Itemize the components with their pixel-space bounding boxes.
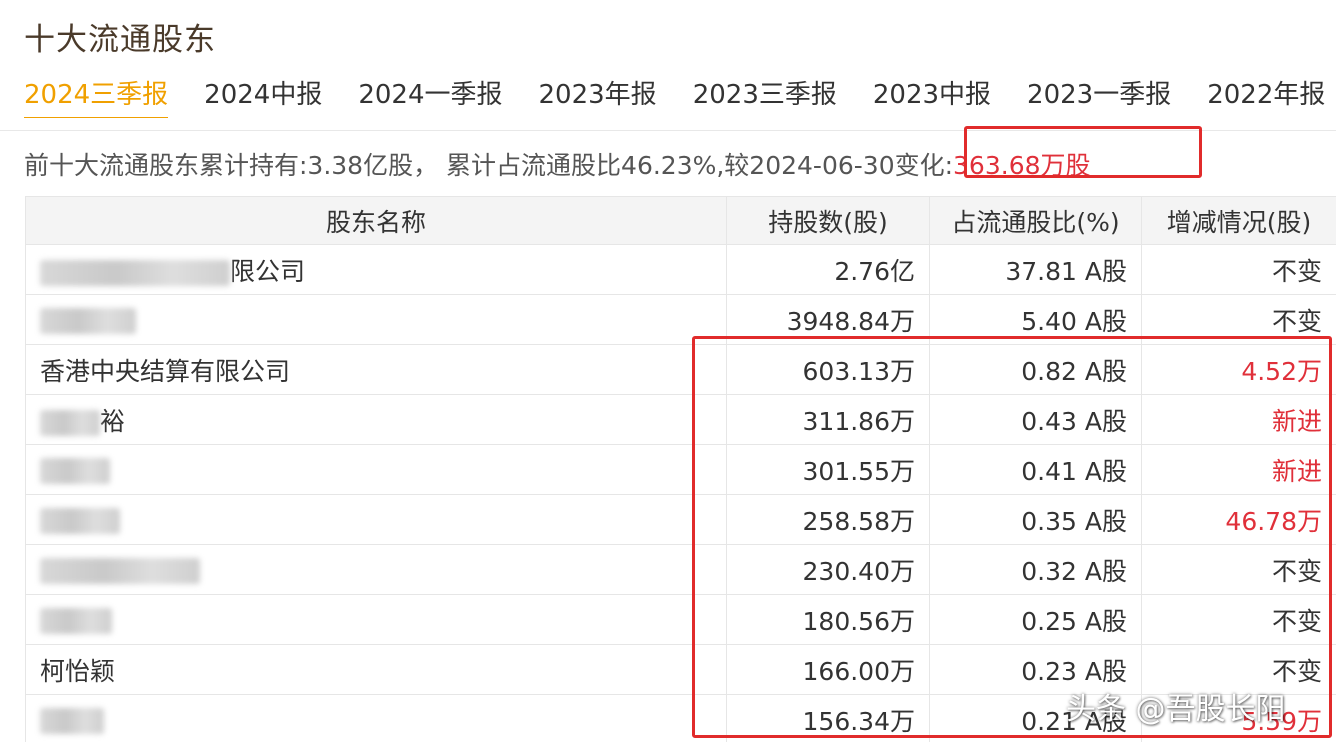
table-row: 301.55万 0.41 A股 新进 (25, 444, 1336, 495)
ratio-cell: 0.43 A股 (929, 394, 1142, 445)
report-period-tabs: 2024三季报 2024中报 2024一季报 2023年报 2023三季报 20… (24, 74, 1336, 118)
change-cell: 46.78万 (1141, 494, 1336, 545)
tab-2023-annual[interactable]: 2023年报 (539, 74, 657, 118)
redaction-blur (40, 608, 112, 634)
shares-cell: 3948.84万 (726, 294, 930, 345)
table-row: 香港中央结算有限公司 603.13万 0.82 A股 4.52万 (25, 344, 1336, 395)
holder-name-cell (25, 694, 727, 742)
holder-name-cell (25, 544, 727, 595)
table-row: 裕 311.86万 0.43 A股 新进 (25, 394, 1336, 445)
page-root: 十大流通股东 2024三季报 2024中报 2024一季报 2023年报 202… (0, 0, 1336, 742)
tab-2023-h1[interactable]: 2023中报 (873, 74, 991, 118)
summary-change-value: 363.68万股 (953, 151, 1091, 180)
change-cell: 不变 (1141, 244, 1336, 295)
shareholders-table: 股东名称 持股数(股) 占流通股比(%) 增减情况(股) 限公司 2.76亿 3… (25, 196, 1336, 742)
shares-cell: 230.40万 (726, 544, 930, 595)
ratio-cell: 5.40 A股 (929, 294, 1142, 345)
ratio-cell: 0.25 A股 (929, 594, 1142, 645)
table-row: 258.58万 0.35 A股 46.78万 (25, 494, 1336, 545)
ratio-cell: 37.81 A股 (929, 244, 1142, 295)
shares-cell: 603.13万 (726, 344, 930, 395)
header-change: 增减情况(股) (1141, 196, 1336, 245)
change-cell: 不变 (1141, 544, 1336, 595)
redaction-blur (40, 409, 100, 436)
shares-cell: 156.34万 (726, 694, 930, 742)
holder-name-cell: 限公司 (25, 244, 727, 295)
table-row: 180.56万 0.25 A股 不变 (25, 594, 1336, 645)
holder-name: 裕 (100, 406, 126, 436)
holder-name-cell: 裕 (25, 394, 727, 445)
header-ratio: 占流通股比(%) (929, 196, 1142, 245)
shares-cell: 180.56万 (726, 594, 930, 645)
summary-text: 前十大流通股东累计持有:3.38亿股， 累计占流通股比46.23%,较2024-… (24, 151, 954, 180)
tab-2024-h1[interactable]: 2024中报 (204, 74, 322, 118)
shares-cell: 166.00万 (726, 644, 930, 695)
watermark: 头条 @吾股长阳 (1066, 692, 1286, 727)
tab-2024-q1[interactable]: 2024一季报 (358, 74, 502, 118)
ratio-cell: 0.82 A股 (929, 344, 1142, 395)
header-shares: 持股数(股) (726, 196, 930, 245)
ratio-cell: 0.32 A股 (929, 544, 1142, 595)
holder-name: 柯怡颖 (40, 656, 116, 686)
shares-cell: 2.76亿 (726, 244, 930, 295)
tab-2023-q1[interactable]: 2023一季报 (1027, 74, 1171, 118)
holdings-summary: 前十大流通股东累计持有:3.38亿股， 累计占流通股比46.23%,较2024-… (24, 146, 1091, 182)
table-row: 限公司 2.76亿 37.81 A股 不变 (25, 244, 1336, 295)
holder-name-cell (25, 294, 727, 345)
tab-2022-annual[interactable]: 2022年报 (1207, 74, 1325, 118)
holder-name-cell: 柯怡颖 (25, 644, 727, 695)
table-header-row: 股东名称 持股数(股) 占流通股比(%) 增减情况(股) (25, 196, 1336, 245)
holder-name-cell (25, 594, 727, 645)
ratio-cell: 0.35 A股 (929, 494, 1142, 545)
change-cell: 不变 (1141, 594, 1336, 645)
tabs-divider (0, 130, 1336, 131)
redaction-blur (40, 458, 110, 484)
table-row: 3948.84万 5.40 A股 不变 (25, 294, 1336, 345)
redaction-blur (40, 558, 200, 584)
tab-2023-q3[interactable]: 2023三季报 (693, 74, 837, 118)
holder-name: 限公司 (230, 256, 306, 286)
change-cell: 4.52万 (1141, 344, 1336, 395)
redaction-blur (40, 708, 104, 734)
holder-name: 香港中央结算有限公司 (40, 356, 291, 386)
redaction-blur (40, 508, 120, 534)
ratio-cell: 0.41 A股 (929, 444, 1142, 495)
page-title: 十大流通股东 (24, 22, 216, 58)
change-cell: 新进 (1141, 444, 1336, 495)
shares-cell: 311.86万 (726, 394, 930, 445)
change-cell: 不变 (1141, 294, 1336, 345)
shares-cell: 258.58万 (726, 494, 930, 545)
table-row: 230.40万 0.32 A股 不变 (25, 544, 1336, 595)
holder-name-cell (25, 444, 727, 495)
tab-2024-q3[interactable]: 2024三季报 (24, 74, 169, 118)
change-cell: 新进 (1141, 394, 1336, 445)
redaction-blur (40, 259, 230, 286)
redaction-blur (40, 308, 136, 334)
header-holder-name: 股东名称 (25, 196, 727, 245)
holder-name-cell (25, 494, 727, 545)
shares-cell: 301.55万 (726, 444, 930, 495)
holder-name-cell: 香港中央结算有限公司 (25, 344, 727, 395)
